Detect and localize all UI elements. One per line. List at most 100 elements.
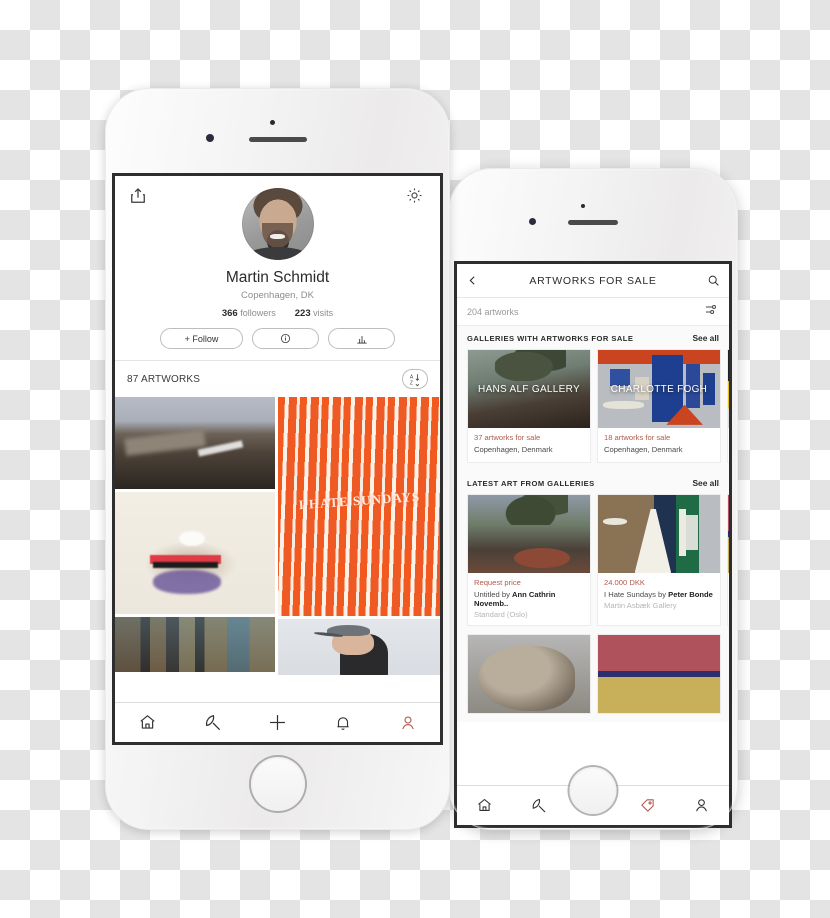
gallery-location: Copenhagen, Denmark — [474, 445, 553, 454]
avatar — [241, 188, 314, 260]
third-gallery-artwork — [728, 350, 729, 428]
gallery-card-body: 18 artworks for sale Copenhagen, Denmark — [598, 428, 720, 462]
earpiece-speaker — [248, 137, 307, 142]
artist-profile-app: Martin Schmidt Copenhagen, DK 366 follow… — [115, 176, 440, 742]
home-icon[interactable] — [135, 710, 161, 736]
plus-icon[interactable] — [265, 710, 291, 736]
gallery-card[interactable]: CHARLOTTE FOGH 18 artworks for sale Cope… — [597, 349, 721, 463]
phone-device-front: Martin Schmidt Copenhagen, DK 366 follow… — [105, 88, 450, 830]
artwork-card[interactable]: Request price Untitled by Ann Cathrin No… — [467, 494, 591, 626]
mountain-landscape-photo[interactable] — [115, 397, 276, 489]
artwork-card[interactable] — [597, 634, 721, 714]
explore-icon[interactable] — [526, 793, 552, 819]
artwork-artist-name: Peter Bonde — [668, 590, 713, 599]
search-icon[interactable] — [706, 274, 720, 287]
sort-az-icon[interactable]: A Z — [402, 369, 428, 389]
grid-column-right: I HATE SUNDAYS — [278, 397, 440, 675]
page-title: Martin Schmidt — [225, 269, 330, 286]
bar-chart-icon — [356, 335, 367, 344]
stats-button[interactable] — [328, 328, 395, 349]
home-icon[interactable] — [471, 793, 497, 819]
share-icon[interactable] — [128, 186, 150, 208]
followers-count: 366 — [221, 308, 238, 319]
artworks-count-label: 87 ARTWORKS — [127, 373, 201, 385]
proximity-sensor — [270, 120, 275, 125]
norwegian-landscape-painting — [468, 495, 590, 573]
artwork-card[interactable] — [727, 494, 729, 626]
artwork-title-text: Untitled by — [474, 590, 512, 599]
artworks-grid-scroll[interactable]: I HATE SUNDAYS — [115, 397, 440, 702]
latest-art-card-row[interactable]: Request price Untitled by Ann Cathrin No… — [457, 494, 729, 634]
bottom-tab-bar-front[interactable] — [115, 702, 440, 742]
gallery-card-body — [728, 428, 729, 462]
latest-art-card-row-partial[interactable] — [457, 634, 729, 722]
visits-label: visits — [313, 308, 334, 318]
profile-action-buttons: + Follow — [127, 328, 428, 349]
profile-stats: 366 followers 223 visits — [127, 308, 428, 319]
swimmer-photo[interactable] — [278, 619, 440, 675]
follow-button[interactable]: + Follow — [160, 328, 243, 349]
artwork-card-body: 24.000 DKK I Hate Sundays by Peter Bonde… — [598, 573, 720, 616]
gear-icon[interactable] — [405, 186, 427, 208]
visits-count: 223 — [294, 308, 311, 319]
screen-front: Martin Schmidt Copenhagen, DK 366 follow… — [112, 173, 443, 745]
chevron-left-icon[interactable] — [466, 274, 480, 287]
striped-painting — [598, 635, 720, 713]
see-all-link-galleries[interactable]: See all — [692, 333, 719, 343]
svg-text:Z: Z — [409, 380, 412, 386]
section-title: LATEST ART FROM GALLERIES — [467, 478, 595, 488]
section-header-galleries: GALLERIES WITH ARTWORKS FOR SALE See all — [457, 326, 729, 349]
info-button[interactable] — [252, 328, 319, 349]
tag-icon[interactable] — [634, 793, 660, 819]
profile-header: Martin Schmidt Copenhagen, DK 366 follow… — [115, 176, 440, 360]
galleries-card-row[interactable]: HANS ALF GALLERY 37 artworks for sale Co… — [457, 349, 729, 471]
phone-device-back: ARTWORKS FOR SALE 204 artworks GALLERIES… — [448, 168, 738, 830]
page-title: ARTWORKS FOR SALE — [529, 274, 657, 287]
filter-sliders-icon[interactable] — [704, 302, 719, 322]
profile-location: Copenhagen, DK — [241, 290, 314, 301]
content-scroll-area[interactable]: 204 artworks GALLERIES WITH ARTWORKS FOR… — [457, 298, 729, 785]
artworks-grid: I HATE SUNDAYS — [115, 397, 440, 675]
see-all-link-latest-art[interactable]: See all — [692, 478, 719, 488]
hans-alf-gallery-artwork: HANS ALF GALLERY — [468, 350, 590, 428]
bell-icon[interactable] — [330, 710, 356, 736]
lips-painting[interactable] — [115, 492, 276, 614]
profile-icon[interactable] — [395, 710, 421, 736]
profile-icon[interactable] — [689, 793, 715, 819]
artworks-count-row: 87 ARTWORKS A Z — [115, 361, 440, 397]
gallery-card[interactable]: HANS ALF GALLERY 37 artworks for sale Co… — [467, 349, 591, 463]
gallery-name-overlay: HANS ALF GALLERY — [478, 383, 580, 395]
i-hate-sundays-orange-painting[interactable]: I HATE SUNDAYS — [278, 397, 440, 616]
results-subbar: 204 artworks — [457, 298, 729, 326]
home-button-back[interactable] — [569, 767, 617, 814]
front-camera — [206, 134, 214, 142]
screen-back: ARTWORKS FOR SALE 204 artworks GALLERIES… — [454, 261, 732, 828]
gallery-card-body: 37 artworks for sale Copenhagen, Denmark — [468, 428, 590, 462]
artwork-price: 24.000 DKK — [604, 578, 645, 587]
followers-label: followers — [240, 308, 276, 318]
artworks-for-sale-count: 18 artworks for sale — [604, 433, 671, 442]
proximity-sensor — [581, 204, 585, 208]
artwork-overlay-text: I HATE SUNDAYS — [297, 489, 421, 513]
artwork-card[interactable]: 24.000 DKK I Hate Sundays by Peter Bonde… — [597, 494, 721, 626]
artworks-count: 204 artworks — [467, 306, 519, 317]
artwork-card[interactable] — [467, 634, 591, 714]
artworks-for-sale-count: 37 artworks for sale — [474, 433, 541, 442]
earpiece-speaker — [568, 220, 618, 225]
home-button-front[interactable] — [250, 757, 305, 811]
navigation-bar: ARTWORKS FOR SALE — [457, 264, 729, 298]
svg-text:A: A — [409, 374, 413, 380]
info-icon — [280, 333, 291, 344]
stone-sculpture-photo — [468, 635, 590, 713]
gallery-card[interactable] — [727, 349, 729, 463]
explore-icon[interactable] — [200, 710, 226, 736]
grid-column-left — [115, 397, 276, 675]
front-camera — [529, 218, 536, 225]
i-hate-sundays-painting — [598, 495, 720, 573]
artwork-gallery: Martin Asbæk Gallery — [604, 601, 677, 610]
artwork-title-artist: I Hate Sundays by Peter Bonde — [604, 590, 714, 599]
artwork-price: Request price — [474, 578, 521, 587]
abstract-stripes-painting[interactable] — [115, 617, 276, 672]
striped-painting-partial — [728, 495, 729, 573]
charlotte-fogh-gallery-artwork: CHARLOTTE FOGH — [598, 350, 720, 428]
